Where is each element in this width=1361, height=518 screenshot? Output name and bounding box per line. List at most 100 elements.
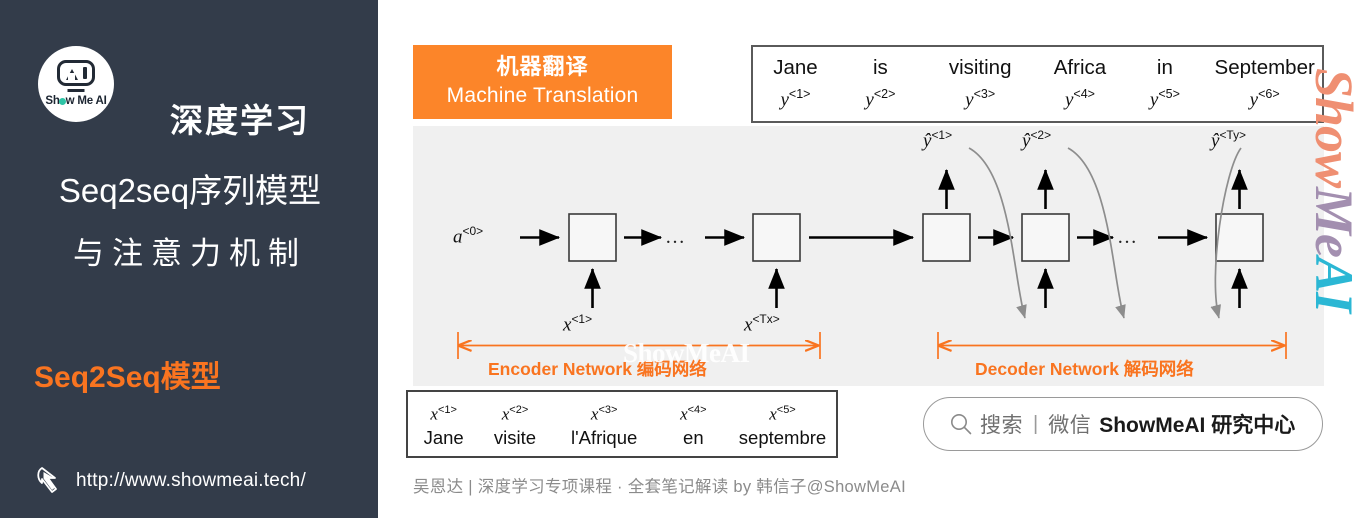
output-symbol-letter: y	[965, 89, 974, 111]
encoder-input-idx: <1>	[571, 312, 593, 326]
letter-i-glyph	[82, 67, 87, 79]
output-word: Africa	[1053, 55, 1107, 79]
input-symbol-index: <2>	[509, 403, 529, 416]
sidebar-subtitle: Seq2Seq模型	[34, 361, 221, 394]
mouse-cursor-icon	[37, 467, 57, 493]
output-symbol: y<6>	[1250, 81, 1280, 113]
input-symbol-index: <3>	[598, 403, 618, 416]
feedback-up-arrows	[1037, 267, 1248, 308]
decoder-output-label-1: ŷ<1>	[923, 128, 952, 152]
input-symbol-index: <4>	[687, 403, 707, 416]
output-arrows	[938, 168, 1248, 209]
decoder-output-idx: <2>	[1030, 128, 1052, 142]
input-word: visite	[493, 427, 537, 449]
input-symbol-index: <5>	[776, 403, 796, 416]
output-word: visiting	[948, 55, 1012, 79]
sidebar: Sh w Me AI 深度学习 Seq2seq序列模型 与注意力机制 Seq2Se…	[0, 0, 378, 518]
decoder-output-label-2: ŷ<2>	[1022, 128, 1051, 152]
search-icon	[951, 414, 972, 435]
input-symbol-index: <1>	[437, 403, 457, 416]
machine-translation-header: 机器翻译 Machine Translation	[413, 45, 672, 119]
sidebar-url-text: http://www.showmeai.tech/	[76, 470, 306, 491]
output-symbol-index: <1>	[788, 86, 811, 101]
input-arrows	[584, 267, 785, 308]
input-symbol: x<1>	[430, 398, 457, 427]
output-symbol: y<5>	[1150, 81, 1180, 113]
output-token-cell: visiting y<3>	[923, 47, 1038, 121]
encoder-input-label-1: x<1>	[563, 312, 592, 336]
header-title-en: Machine Translation	[446, 84, 639, 107]
output-symbol-letter: y	[780, 89, 789, 111]
sidebar-title-line3: 与注意力机制	[73, 236, 307, 271]
output-symbol: y<4>	[1065, 81, 1095, 113]
output-symbol-letter: y	[865, 89, 874, 111]
input-symbol-letter: x	[430, 404, 438, 424]
output-token-cell: Africa y<4>	[1038, 47, 1123, 121]
encoder-ellipsis: …	[665, 226, 687, 248]
showmeai-logo: Sh w Me AI	[38, 46, 114, 122]
input-symbol-letter: x	[680, 404, 688, 424]
input-token-cell: x<4> en	[658, 392, 729, 456]
output-token-cell: September y<6>	[1207, 47, 1322, 121]
logo-text-before: Sh	[45, 95, 60, 107]
output-symbol-index: <5>	[1158, 86, 1180, 101]
input-token-cell: x<2> visite	[479, 392, 550, 456]
input-symbol: x<5>	[769, 398, 796, 427]
sidebar-title-line1: 深度学习	[170, 102, 310, 139]
diagram-svg	[457, 147, 1287, 359]
output-symbol-index: <3>	[973, 86, 996, 101]
output-word: September	[1214, 55, 1315, 79]
decoder-ellipsis: …	[1117, 226, 1139, 248]
robot-neck-icon	[67, 89, 85, 93]
output-symbol: y<3>	[965, 81, 995, 113]
search-channel: 微信	[1048, 414, 1092, 437]
content-area: 机器翻译 Machine Translation Jane y<1> is y<…	[378, 0, 1361, 518]
input-word: l'Afrique	[571, 427, 638, 449]
encoder-input-idx: <Tx>	[752, 312, 780, 326]
output-word: is	[872, 55, 888, 79]
header-title-zh: 机器翻译	[496, 54, 589, 79]
decoder-range-bracket	[937, 332, 1287, 359]
decoder-output-label-3: ŷ<Ty>	[1211, 128, 1246, 152]
output-token-cell: in y<5>	[1122, 47, 1207, 121]
encoder-input-label-2: x<Tx>	[744, 312, 780, 336]
input-word: septembre	[738, 427, 827, 449]
output-sentence-box: Jane y<1> is y<2> visiting y<3> Africa y…	[751, 45, 1324, 123]
input-sentence-box: x<1> Jane x<2> visite x<3> l'Afrique x<4…	[406, 390, 838, 458]
output-token-cell: is y<2>	[838, 47, 923, 121]
output-word: in	[1156, 55, 1173, 79]
output-symbol-index: <4>	[1073, 86, 1095, 101]
logo-text-after: w Me AI	[65, 95, 107, 107]
output-token-cell: Jane y<1>	[753, 47, 838, 121]
input-symbol: x<2>	[502, 398, 529, 427]
output-symbol-letter: y	[1249, 89, 1259, 111]
search-divider: |	[1033, 412, 1039, 435]
robot-head-icon	[57, 60, 95, 86]
decoder-output-idx: <Ty>	[1219, 128, 1247, 142]
input-token-cell: x<5> septembre	[729, 392, 836, 456]
input-symbol-letter: x	[769, 404, 777, 424]
input-token-cell: x<3> l'Afrique	[551, 392, 658, 456]
output-word: Jane	[773, 55, 818, 79]
input-token-cell: x<1> Jane	[408, 392, 479, 456]
search-brand: ShowMeAI 研究中心	[1099, 414, 1296, 437]
footer-credit: 吴恩达 | 深度学习专项课程 · 全套笔记解读 by 韩信子@ShowMeAI	[413, 478, 906, 496]
encoder-network-label: Encoder Network 编码网络	[488, 359, 707, 379]
search-bar[interactable]: 搜索 | 微信 ShowMeAI 研究中心	[923, 397, 1323, 451]
output-symbol-index: <2>	[873, 86, 896, 101]
sidebar-url-row[interactable]: http://www.showmeai.tech/	[36, 466, 306, 496]
decoder-output-idx: <1>	[931, 128, 953, 142]
slide-root: Sh w Me AI 深度学习 Seq2seq序列模型 与注意力机制 Seq2Se…	[0, 0, 1361, 518]
search-placeholder: 搜索	[980, 414, 1023, 437]
initial-state-sym: a	[453, 226, 463, 248]
letter-a-glyph	[65, 68, 78, 80]
initial-state-idx: <0>	[462, 224, 484, 238]
feedback-curves	[968, 147, 1242, 319]
logo-circle: Sh w Me AI	[38, 46, 114, 122]
decoder-network-label: Decoder Network 解码网络	[975, 359, 1194, 379]
output-symbol: y<1>	[780, 81, 810, 113]
output-symbol: y<2>	[865, 81, 895, 113]
input-word: Jane	[423, 427, 464, 449]
input-symbol: x<3>	[591, 398, 618, 427]
seq2seq-diagram: a<0> … … x<1> x<Tx> ŷ<1> ŷ<2> ŷ<Ty> Enco…	[413, 126, 1324, 386]
